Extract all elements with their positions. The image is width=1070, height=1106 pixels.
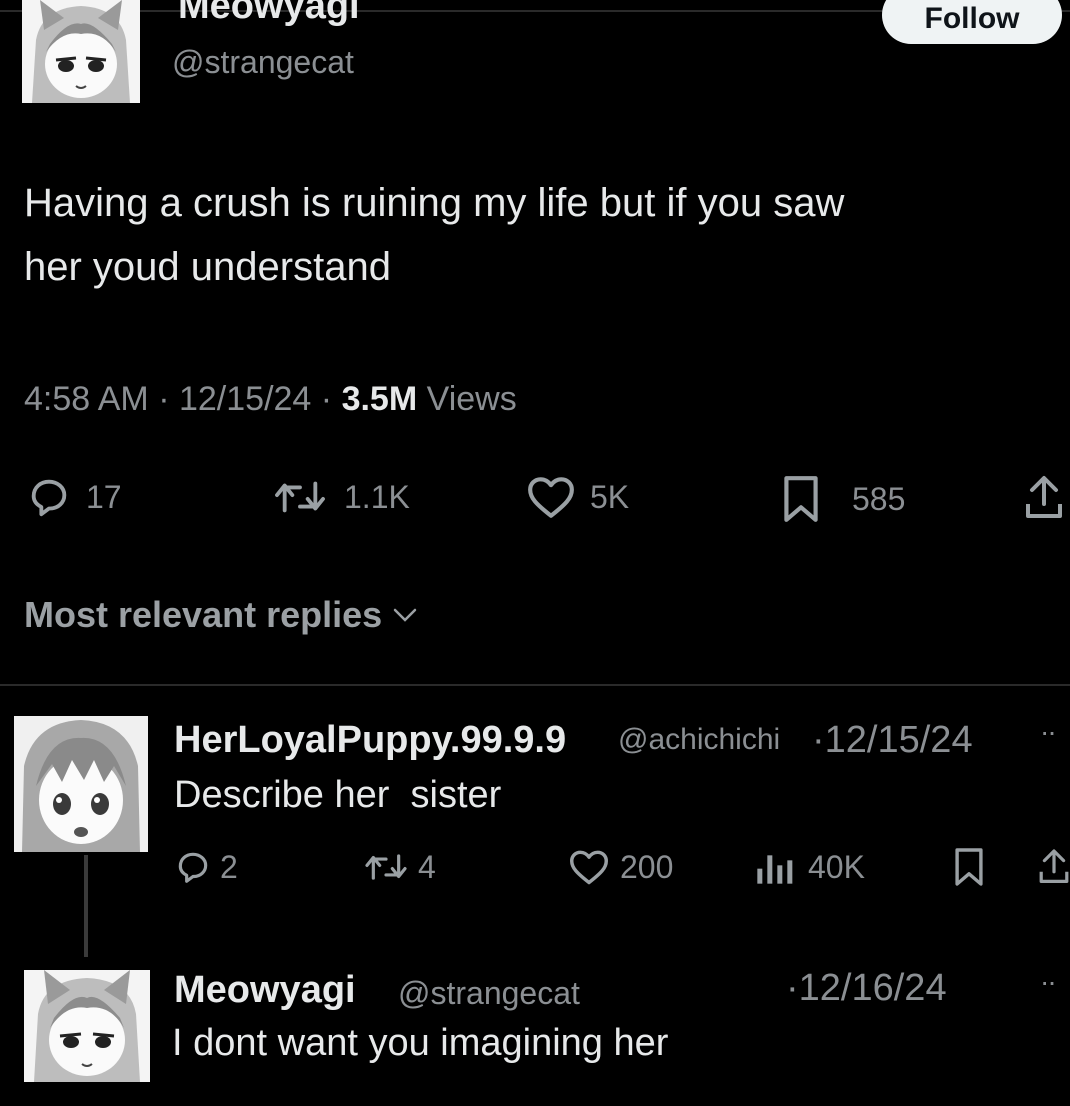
bookmark-button[interactable]: 585 [780, 474, 905, 524]
speech-bubble-icon [31, 479, 67, 517]
repost-arrows-icon [275, 481, 325, 513]
reply-avatar-herloyalpuppy[interactable] [14, 716, 148, 852]
views-label: Views [426, 380, 517, 418]
reply-author-name[interactable]: Meowyagi [174, 968, 356, 1012]
post-author-name[interactable]: Meowyagi [178, 0, 360, 26]
reply-date-separator: · [812, 719, 825, 761]
reply-like-count: 200 [620, 848, 674, 885]
repost-arrows-icon [365, 854, 407, 880]
bookmark-count: 585 [852, 480, 906, 517]
post-meta: 4:58 AM · 12/15/24 · 3.5M Views [24, 380, 517, 419]
post-author-handle[interactable]: @strangecat [172, 44, 354, 80]
bar-chart-icon [757, 855, 793, 884]
reply-avatar-meowyagi[interactable] [24, 970, 150, 1082]
section-divider [0, 684, 1070, 686]
reply-like-button[interactable]: 200 [568, 848, 673, 886]
anime-girl-avatar-image [14, 716, 148, 852]
reply-date[interactable]: ·12/15/24 [812, 718, 973, 762]
repost-button[interactable]: 1.1K [270, 474, 410, 520]
sort-label: Most relevant replies [24, 594, 383, 635]
share-upload-icon [1026, 476, 1062, 518]
meta-separator: · [320, 380, 333, 418]
share-button[interactable] [1024, 474, 1064, 522]
reply-author-handle[interactable]: @achichichi [618, 722, 780, 758]
cat-girl-avatar-image [22, 0, 140, 103]
reply-repost-button[interactable]: 4 [362, 848, 436, 886]
like-count: 5K [590, 478, 630, 515]
reply-bookmark-button[interactable] [952, 846, 986, 888]
speech-bubble-icon [178, 852, 208, 883]
reply-views-button[interactable]: 40K [754, 848, 865, 886]
like-button[interactable]: 5K [526, 474, 629, 520]
repost-count: 1.1K [344, 478, 410, 515]
heart-icon [528, 477, 574, 518]
post-text-line-1: Having a crush is ruining my life but if… [24, 181, 845, 225]
reply-date-text: 12/15/24 [824, 719, 973, 761]
reply-share-button[interactable] [1038, 846, 1070, 888]
reply-text: Describe her sister [174, 774, 502, 816]
cat-girl-avatar-image [24, 970, 150, 1082]
more-dots-icon[interactable]: ·· [1040, 716, 1057, 748]
bookmark-icon [955, 848, 983, 886]
reply-date-text: 12/16/24 [798, 967, 947, 1009]
bookmark-icon [784, 476, 818, 522]
post-text-line-2: her youd understand [24, 245, 391, 289]
reply-reply-count: 2 [220, 848, 238, 885]
heart-icon [570, 850, 608, 885]
reply-author-name[interactable]: HerLoyalPuppy.99.9.9 [174, 718, 566, 762]
share-upload-icon [1039, 849, 1069, 883]
reply-text: I dont want you imagining her [172, 1022, 669, 1064]
reply-count: 17 [86, 478, 122, 515]
follow-button[interactable]: Follow [882, 0, 1062, 44]
replies-sort-selector[interactable]: Most relevant replies [24, 594, 418, 636]
reply-reply-button[interactable]: 2 [174, 848, 238, 886]
post-date[interactable]: 12/15/24 [179, 380, 311, 418]
reply-date-separator: · [786, 967, 799, 1009]
reply-repost-count: 4 [418, 848, 436, 885]
thread-connector-line [84, 855, 88, 957]
post-time[interactable]: 4:58 AM [24, 380, 149, 418]
reply-date[interactable]: ·12/16/24 [786, 966, 947, 1010]
views-count: 3.5M [341, 380, 418, 418]
author-avatar[interactable] [22, 0, 140, 103]
reply-views-count: 40K [808, 848, 865, 885]
meta-separator: · [158, 380, 170, 418]
reply-button[interactable]: 17 [26, 474, 122, 520]
more-dots-icon[interactable]: ·· [1040, 966, 1057, 998]
chevron-down-icon [393, 608, 417, 622]
reply-author-handle[interactable]: @strangecat [398, 974, 580, 1012]
